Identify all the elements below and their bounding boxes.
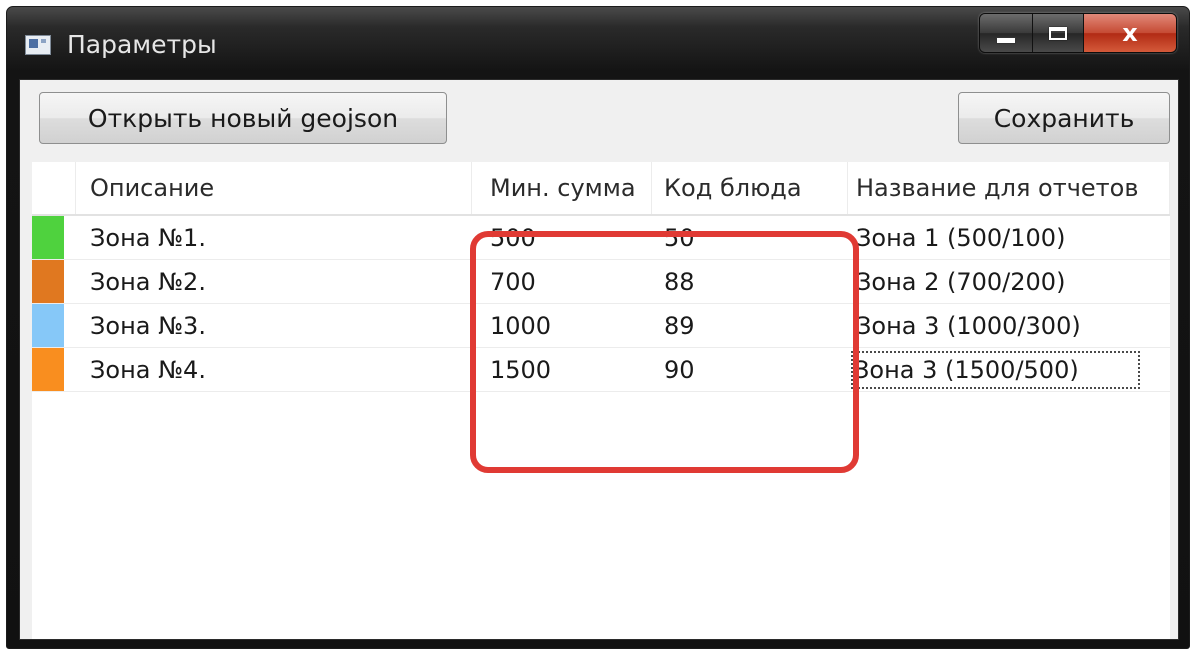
minimize-icon (996, 36, 1016, 44)
minimize-button[interactable] (980, 14, 1033, 52)
zone-color-cell[interactable] (32, 304, 76, 347)
dish-code-cell[interactable]: 88 (652, 260, 848, 303)
report-name-cell[interactable]: Зона 3 (1000/300) (848, 304, 1170, 347)
table-row[interactable]: Зона №3. 1000 89 Зона 3 (1000/300) (32, 304, 1170, 348)
maximize-icon (1049, 26, 1067, 40)
color-swatch (32, 216, 64, 259)
column-header-dish-code[interactable]: Код блюда (652, 162, 848, 214)
min-sum-cell[interactable]: 1000 (472, 304, 652, 347)
save-button[interactable]: Сохранить (958, 92, 1170, 144)
column-header-description[interactable]: Описание (76, 162, 472, 214)
table-row[interactable]: Зона №2. 700 88 Зона 2 (700/200) (32, 260, 1170, 304)
report-name-cell[interactable]: Зона 2 (700/200) (848, 260, 1170, 303)
description-cell[interactable]: Зона №4. (76, 348, 472, 391)
zones-table: Описание Мин. сумма Код блюда Название д… (32, 162, 1170, 639)
report-name-cell[interactable]: Зона 3 (1500/500) (848, 348, 1170, 391)
column-header-color[interactable] (32, 162, 76, 214)
dish-code-cell[interactable]: 89 (652, 304, 848, 347)
min-sum-cell[interactable]: 500 (472, 216, 652, 259)
table-row[interactable]: Зона №1. 500 50 Зона 1 (500/100) (32, 216, 1170, 260)
description-cell[interactable]: Зона №3. (76, 304, 472, 347)
window-title: Параметры (67, 30, 217, 59)
dish-code-cell[interactable]: 50 (652, 216, 848, 259)
close-button[interactable]: x (1084, 14, 1176, 52)
color-swatch (32, 260, 64, 303)
table-row[interactable]: Зона №4. 1500 90 Зона 3 (1500/500) (32, 348, 1170, 392)
zone-color-cell[interactable] (32, 348, 76, 391)
description-cell[interactable]: Зона №2. (76, 260, 472, 303)
window-client-area: Открыть новый geojson Сохранить Описание… (19, 79, 1179, 640)
dish-code-cell[interactable]: 90 (652, 348, 848, 391)
min-sum-cell[interactable]: 1500 (472, 348, 652, 391)
parameters-window: Параметры x Открыть новый geojson Сохран… (6, 6, 1190, 649)
maximize-button[interactable] (1033, 14, 1084, 52)
zone-color-cell[interactable] (32, 216, 76, 259)
caption-buttons: x (979, 13, 1177, 53)
table-header: Описание Мин. сумма Код блюда Название д… (32, 162, 1170, 216)
report-name-cell[interactable]: Зона 1 (500/100) (848, 216, 1170, 259)
open-geojson-button[interactable]: Открыть новый geojson (39, 92, 447, 144)
title-bar[interactable]: Параметры x (7, 7, 1189, 79)
description-cell[interactable]: Зона №1. (76, 216, 472, 259)
app-window-icon (25, 35, 51, 55)
focused-cell-editor[interactable]: Зона 3 (1500/500) (851, 350, 1140, 389)
color-swatch (32, 348, 64, 391)
close-icon: x (1122, 19, 1138, 47)
min-sum-cell[interactable]: 700 (472, 260, 652, 303)
column-header-min-sum[interactable]: Мин. сумма (472, 162, 652, 214)
color-swatch (32, 304, 64, 347)
column-header-report-name[interactable]: Название для отчетов (848, 162, 1170, 214)
zone-color-cell[interactable] (32, 260, 76, 303)
